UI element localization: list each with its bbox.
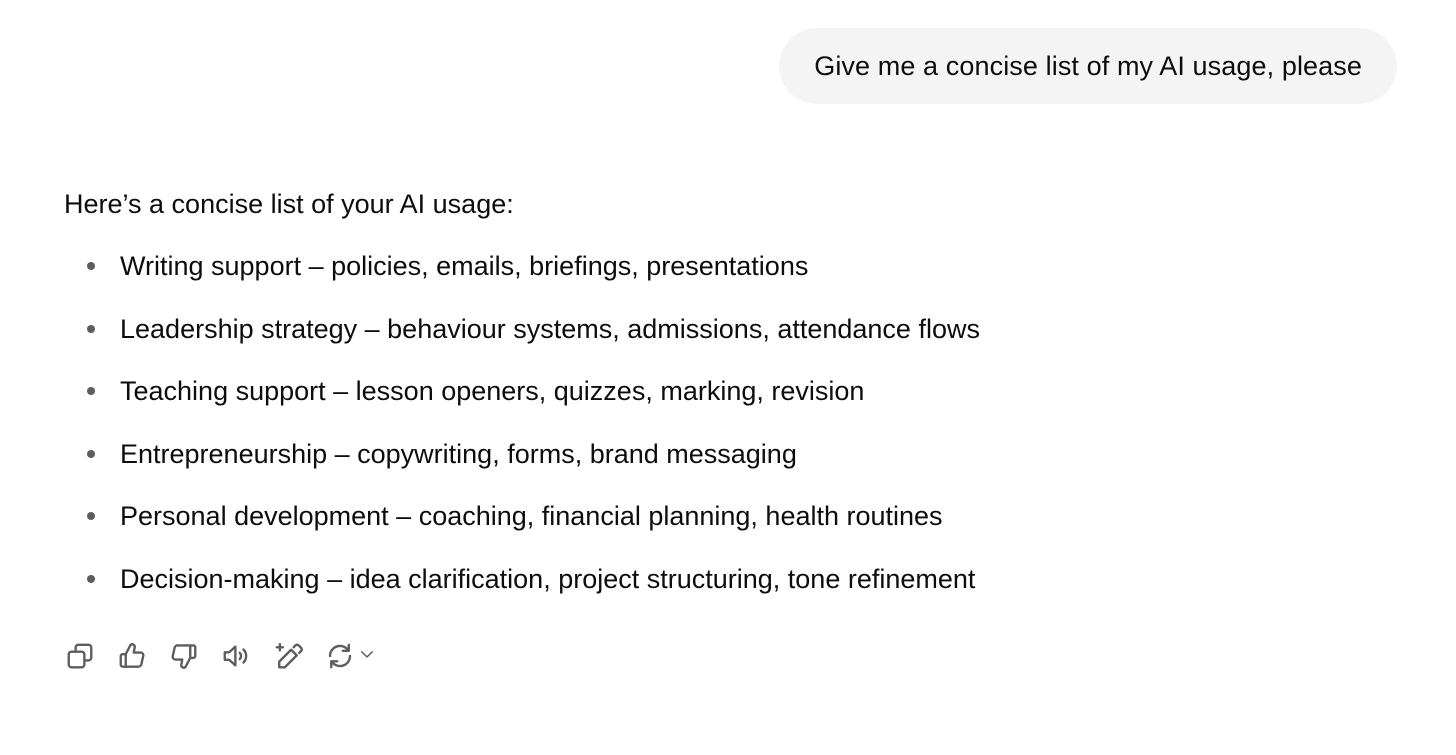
list-item: Writing support – policies, emails, brie… [64, 246, 1364, 309]
bullet-icon [87, 324, 95, 333]
bullet-icon [87, 574, 95, 583]
chevron-down-icon[interactable] [358, 645, 376, 668]
list-item-label: Entrepreneurship – copywriting, forms, b… [120, 438, 797, 469]
usage-list: Writing support – policies, emails, brie… [64, 246, 1364, 622]
list-item-label: Teaching support – lesson openers, quizz… [120, 376, 865, 407]
user-message-bubble: Give me a concise list of my AI usage, p… [779, 28, 1397, 104]
list-item-label: Writing support – policies, emails, brie… [120, 251, 809, 281]
list-item-label: Personal development – coaching, financi… [120, 501, 943, 532]
list-item-label: Leadership strategy – behaviour systems,… [120, 313, 980, 344]
bullet-icon [87, 387, 95, 396]
message-actions [64, 638, 376, 674]
list-item: Entrepreneurship – copywriting, forms, b… [64, 434, 1364, 497]
copy-icon [67, 643, 93, 669]
user-message-text: Give me a concise list of my AI usage, p… [814, 50, 1362, 81]
regenerate-icon [328, 643, 352, 669]
list-item: Decision-making – idea clarification, pr… [64, 559, 1364, 622]
bullet-icon [87, 449, 95, 458]
assistant-message: Here’s a concise list of your AI usage: … [64, 184, 1364, 622]
bullet-icon [87, 262, 95, 270]
list-item: Personal development – coaching, financi… [64, 496, 1364, 559]
good-response-button[interactable] [116, 638, 148, 674]
thumbs-up-icon [119, 643, 145, 668]
list-item: Leadership strategy – behaviour systems,… [64, 309, 1364, 372]
bullet-icon [87, 512, 95, 521]
copy-button[interactable] [64, 638, 96, 674]
list-item-label: Decision-making – idea clarification, pr… [120, 563, 976, 594]
read-aloud-button[interactable] [220, 638, 252, 674]
thumbs-down-icon [171, 644, 197, 669]
edit-in-canvas-button[interactable] [272, 638, 304, 674]
bad-response-button[interactable] [168, 638, 200, 674]
list-item: Teaching support – lesson openers, quizz… [64, 371, 1364, 434]
assistant-intro: Here’s a concise list of your AI usage: [64, 189, 514, 219]
regenerate-icon-wrap[interactable] [324, 638, 356, 674]
regenerate-button[interactable] [324, 638, 376, 674]
read-aloud-icon [223, 645, 248, 667]
edit-sparkle-icon [275, 642, 303, 669]
